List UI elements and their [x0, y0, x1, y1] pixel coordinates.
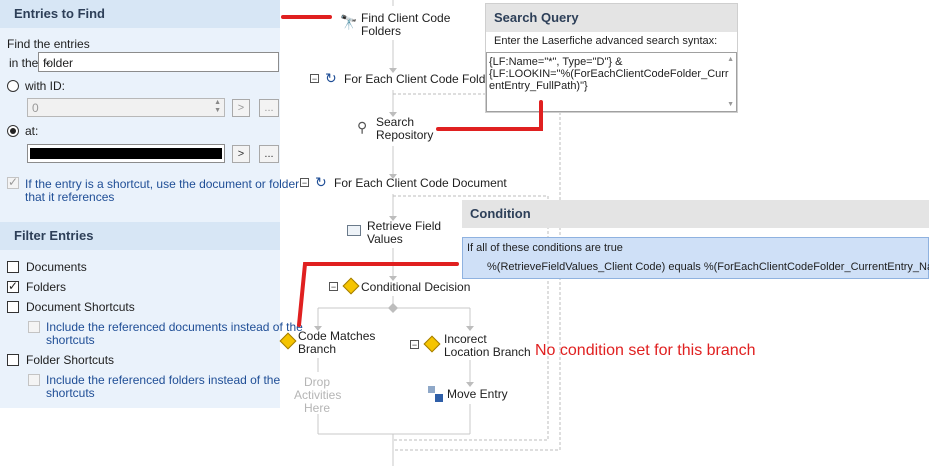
annotation-line-search [436, 100, 543, 131]
no-condition-annotation: No condition set for this branch [535, 342, 756, 359]
red-annotations [281, 15, 543, 327]
annotation-line-condition [297, 262, 459, 327]
